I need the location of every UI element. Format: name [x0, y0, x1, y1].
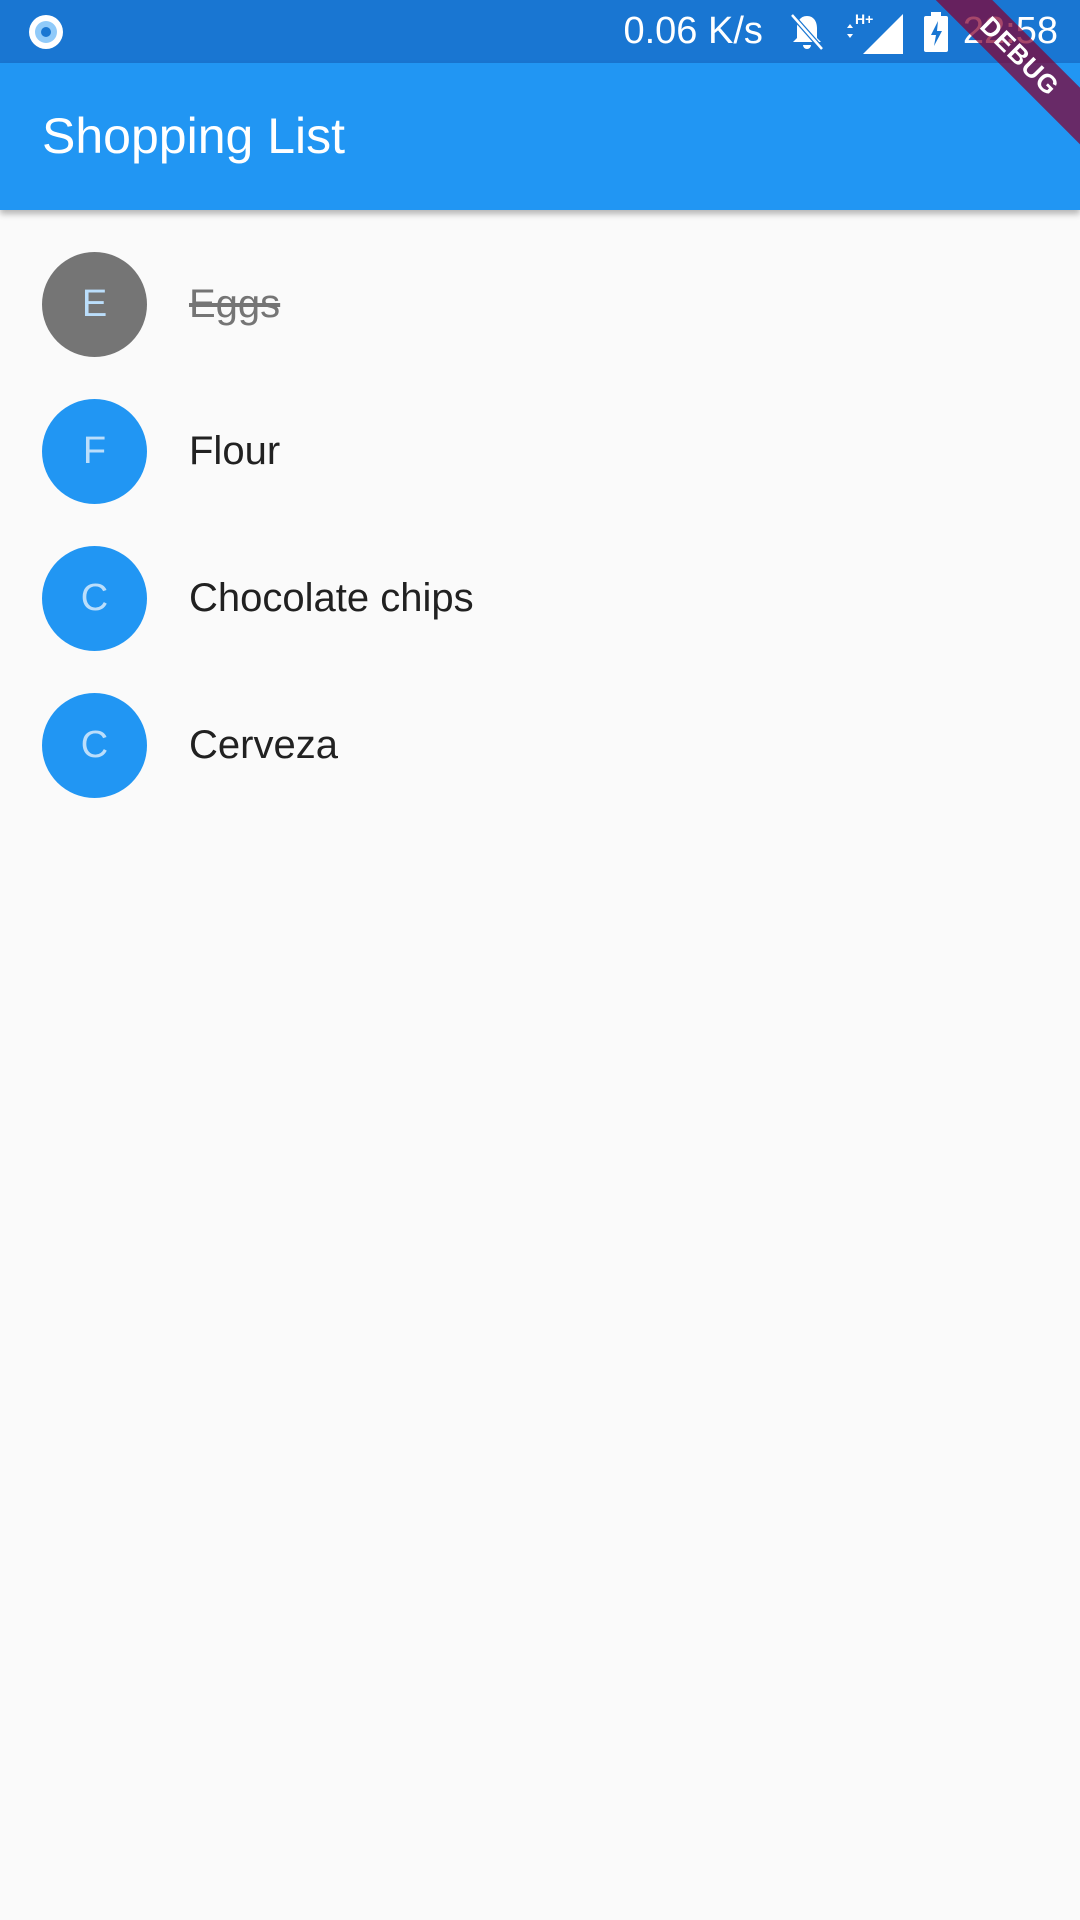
avatar: E — [42, 252, 147, 357]
avatar: C — [42, 693, 147, 798]
battery-charging-icon — [923, 11, 948, 52]
avatar: C — [42, 546, 147, 651]
list-item[interactable]: C Chocolate chips — [0, 504, 1080, 651]
bell-off-icon — [790, 12, 824, 51]
list-item[interactable]: F Flour — [0, 357, 1080, 504]
list-item[interactable]: E Eggs — [0, 210, 1080, 357]
status-bar: 0.06 K/s H+ 22:58 — [0, 0, 1080, 63]
record-icon — [29, 15, 63, 49]
shopping-list: E Eggs F Flour C Chocolate chips C Cerve… — [0, 210, 1080, 798]
list-item[interactable]: C Cerveza — [0, 651, 1080, 798]
page-title: Shopping List — [42, 108, 346, 164]
app-bar: Shopping List — [0, 63, 1080, 210]
item-label: Chocolate chips — [189, 576, 474, 620]
svg-text:H+: H+ — [855, 11, 873, 27]
signal-icon: H+ — [846, 11, 903, 54]
net-speed: 0.06 K/s — [623, 10, 763, 52]
avatar: F — [42, 399, 147, 504]
item-label: Cerveza — [189, 723, 338, 767]
item-label: Flour — [189, 429, 281, 473]
item-label: Eggs — [189, 282, 281, 326]
